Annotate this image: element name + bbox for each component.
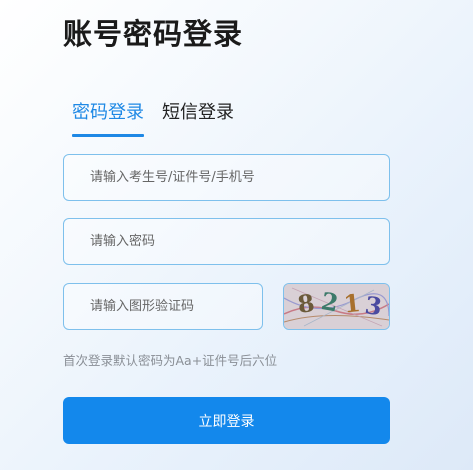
account-input[interactable] [63,154,390,201]
login-button[interactable]: 立即登录 [63,397,390,444]
active-tab-indicator [72,134,144,137]
tab-sms-login[interactable]: 短信登录 [162,100,234,126]
captcha-input[interactable] [63,283,263,330]
page-title: 账号密码登录 [63,17,244,51]
password-input[interactable] [63,218,390,265]
default-password-hint: 首次登录默认密码为Aa+证件号后六位 [63,353,278,368]
captcha-char: 1 [342,288,362,319]
captcha-image[interactable]: 8 2 1 3 [283,283,390,330]
tab-password-login[interactable]: 密码登录 [72,100,144,126]
